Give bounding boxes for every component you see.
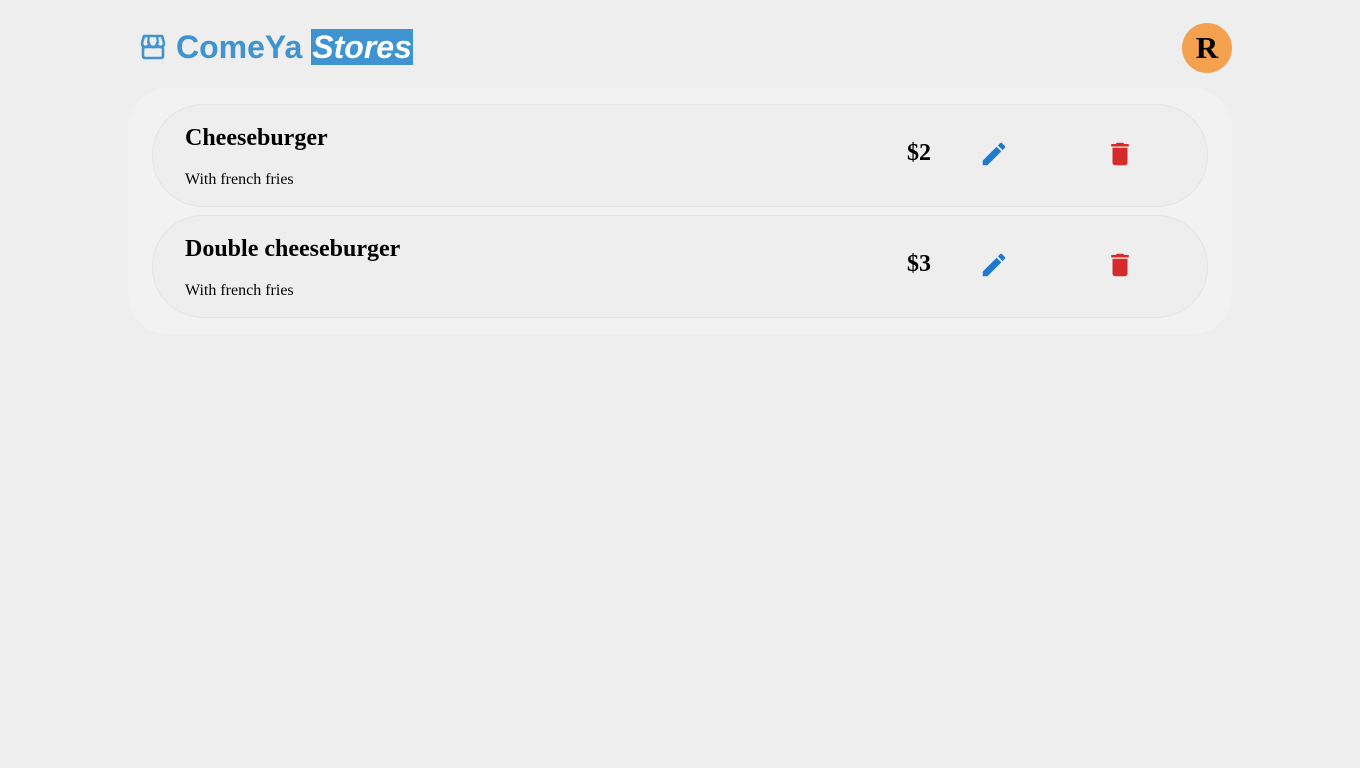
product-description: With french fries [185, 282, 294, 299]
product-card: Double cheeseburger With french fries $3 [152, 215, 1208, 318]
brand-logo[interactable]: ComeYa Stores [138, 29, 413, 65]
user-avatar[interactable]: R [1182, 23, 1232, 73]
edit-button[interactable] [977, 139, 1011, 173]
product-name: Double cheeseburger [185, 236, 401, 262]
product-price: $2 [907, 140, 931, 166]
delete-button[interactable] [1103, 250, 1137, 284]
pencil-icon [979, 250, 1009, 285]
product-card: Cheeseburger With french fries $2 [152, 104, 1208, 207]
product-list: Cheeseburger With french fries $2 Double… [128, 88, 1232, 334]
trash-icon [1105, 250, 1135, 285]
brand-subtitle: Stores [311, 29, 413, 65]
product-description: With french fries [185, 171, 294, 188]
app-header: ComeYa Stores R [0, 0, 1360, 88]
product-name: Cheeseburger [185, 125, 328, 151]
trash-icon [1105, 139, 1135, 174]
pencil-icon [979, 139, 1009, 174]
delete-button[interactable] [1103, 139, 1137, 173]
product-price: $3 [907, 251, 931, 277]
brand-name: ComeYa [176, 29, 303, 65]
edit-button[interactable] [977, 250, 1011, 284]
store-icon [138, 32, 168, 62]
